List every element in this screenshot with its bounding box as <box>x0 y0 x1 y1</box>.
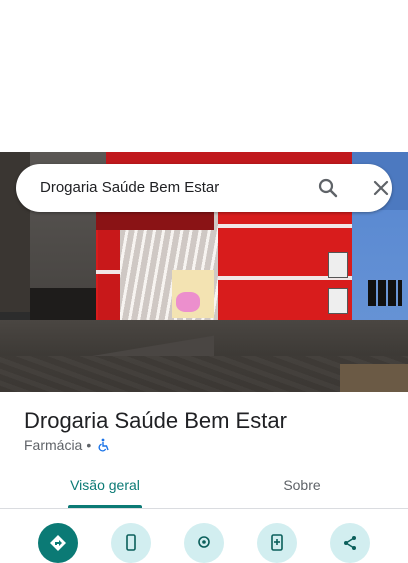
directions-button[interactable] <box>38 523 78 563</box>
tab-overview[interactable]: Visão geral <box>48 468 162 508</box>
search-icon[interactable] <box>316 176 340 200</box>
save-icon <box>271 534 283 551</box>
wheelchair-accessible-icon <box>97 438 111 452</box>
search-bar[interactable]: Drogaria Saúde Bem Estar <box>16 164 392 212</box>
location-icon <box>198 536 210 548</box>
share-button[interactable] <box>330 523 370 563</box>
call-button[interactable] <box>111 523 151 563</box>
map-blank-area <box>0 0 408 152</box>
place-subtitle: Farmácia • <box>24 437 111 453</box>
place-category: Farmácia <box>24 437 83 453</box>
share-icon <box>344 536 356 550</box>
separator-dot: • <box>86 437 92 453</box>
place-title: Drogaria Saúde Bem Estar <box>24 408 287 433</box>
tab-bar: Visão geral Sobre <box>0 468 408 508</box>
directions-icon <box>50 535 66 551</box>
tab-about[interactable]: Sobre <box>244 468 360 508</box>
search-input[interactable]: Drogaria Saúde Bem Estar <box>40 164 219 212</box>
close-icon[interactable] <box>369 176 393 200</box>
save-button[interactable] <box>257 523 297 563</box>
location-button[interactable] <box>184 523 224 563</box>
phone-icon <box>126 534 136 551</box>
tabs-divider <box>0 508 408 509</box>
